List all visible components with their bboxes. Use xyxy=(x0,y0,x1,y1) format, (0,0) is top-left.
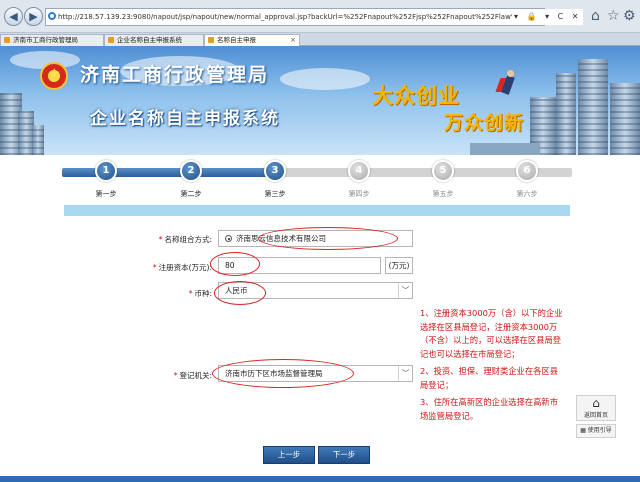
currency-select[interactable]: 人民币 ﹀ xyxy=(218,282,413,299)
tab-favicon-icon xyxy=(4,37,10,43)
usage-guide-button[interactable]: ▦ 使用引导 xyxy=(576,424,616,438)
forward-button[interactable]: ▶ xyxy=(24,7,43,26)
note-3: 3、住所在高新区的企业选择在高新市场监管局登记。 xyxy=(420,397,559,421)
registration-notes: 1、注册资本3000万（含）以下的企业选择在区县局登记，注册资本3000万（不含… xyxy=(420,307,566,427)
footer-bar xyxy=(0,476,640,482)
step-6-label: 第六步 xyxy=(516,190,538,198)
back-button[interactable]: ◀ xyxy=(4,7,23,26)
browser-address-bar: ◀ ▶ http://218.57.139.23:9080/napout/jsp… xyxy=(0,0,640,33)
favorites-star-icon[interactable]: ☆ xyxy=(607,8,620,24)
note-2: 2、投资、担保、理财类企业在各区县局登记； xyxy=(420,366,559,390)
back-home-button[interactable]: ⌂ 返回首页 xyxy=(576,395,616,421)
tab-name-system[interactable]: 企业名称自主申报系统 xyxy=(104,34,204,46)
step-2-label: 第二步 xyxy=(180,190,202,198)
tab-favicon-icon xyxy=(108,37,114,43)
book-icon: ▦ xyxy=(580,427,586,434)
back-home-label: 返回首页 xyxy=(583,412,608,419)
chevron-down-icon[interactable]: ﹀ xyxy=(398,283,412,298)
step-3-dot: 3 xyxy=(264,160,286,182)
system-name: 企业名称自主申报系统 xyxy=(90,109,280,129)
next-step-button[interactable]: 下一步 xyxy=(318,446,370,464)
step-5-label: 第五步 xyxy=(432,190,454,198)
home-icon: ⌂ xyxy=(592,396,600,410)
step-1-dot: 1 xyxy=(95,160,117,182)
home-icon[interactable]: ⌂ xyxy=(591,8,600,24)
tab-label: 企业名称自主申报系统 xyxy=(117,36,182,44)
name-combo-label: * 名称组合方式: xyxy=(158,235,212,244)
tab-label: 名称自主申报 xyxy=(217,36,256,44)
national-emblem-icon xyxy=(40,62,68,90)
name-combo-option[interactable]: 济南思云信息技术有限公司 xyxy=(218,230,413,247)
currency-label: * 币种: xyxy=(188,289,212,298)
step-2-dot: 2 xyxy=(180,160,202,182)
capital-input[interactable]: 80 xyxy=(218,257,381,274)
step-4-dot: 4 xyxy=(348,160,370,182)
url-input[interactable]: http://218.57.139.23:9080/napout/jsp/nap… xyxy=(45,8,545,26)
radio-selected-icon[interactable] xyxy=(225,235,232,242)
step-track-done xyxy=(62,168,274,177)
step-6-dot: 6 xyxy=(516,160,538,182)
tab-jinan-aic[interactable]: 济南市工商行政管理局 xyxy=(0,34,104,46)
step-4-label: 第四步 xyxy=(348,190,370,198)
url-actions[interactable]: ▾ 🔒 ▾ C ✕ xyxy=(512,9,584,25)
capital-label: * 注册资本(万元): xyxy=(152,263,212,272)
tab-name-declare[interactable]: 名称自主申报 × xyxy=(204,34,300,46)
url-text: http://218.57.139.23:9080/napout/jsp/nap… xyxy=(58,13,544,21)
step-5-dot: 5 xyxy=(432,160,454,182)
usage-guide-label: 使用引导 xyxy=(587,427,612,434)
step-3-label: 第三步 xyxy=(264,190,286,198)
slogan-line1: 大众创业 xyxy=(372,83,460,108)
section-strip xyxy=(64,205,570,216)
superhero-figure-icon xyxy=(495,70,520,104)
browser-tab-bar: 济南市工商行政管理局 企业名称自主申报系统 名称自主申报 × xyxy=(0,33,640,46)
authority-select[interactable]: 济南市历下区市场监督管理局 ﹀ xyxy=(218,365,413,382)
tab-favicon-icon xyxy=(208,37,214,43)
chevron-down-icon[interactable]: ﹀ xyxy=(398,366,412,381)
step-1-label: 第一步 xyxy=(95,190,117,198)
currency-value: 人民币 xyxy=(225,286,248,295)
settings-gear-icon[interactable]: ⚙ xyxy=(623,8,636,24)
tab-label: 济南市工商行政管理局 xyxy=(13,36,78,44)
prev-step-button[interactable]: 上一步 xyxy=(263,446,315,464)
ie-logo-icon xyxy=(48,12,56,20)
forward-arrow-icon: ▶ xyxy=(29,10,38,23)
authority-value: 济南市历下区市场监督管理局 xyxy=(225,369,323,378)
back-arrow-icon: ◀ xyxy=(9,10,18,23)
name-combo-value: 济南思云信息技术有限公司 xyxy=(236,234,326,243)
note-1: 1、注册资本3000万（含）以下的企业选择在区县局登记，注册资本3000万（不含… xyxy=(420,308,563,359)
org-name: 济南工商行政管理局 xyxy=(80,64,270,86)
capital-unit: (万元) xyxy=(385,257,413,274)
tab-close-icon[interactable]: × xyxy=(290,35,296,45)
slogan-line2: 万众创新 xyxy=(444,112,525,134)
authority-label: * 登记机关: xyxy=(173,371,212,380)
